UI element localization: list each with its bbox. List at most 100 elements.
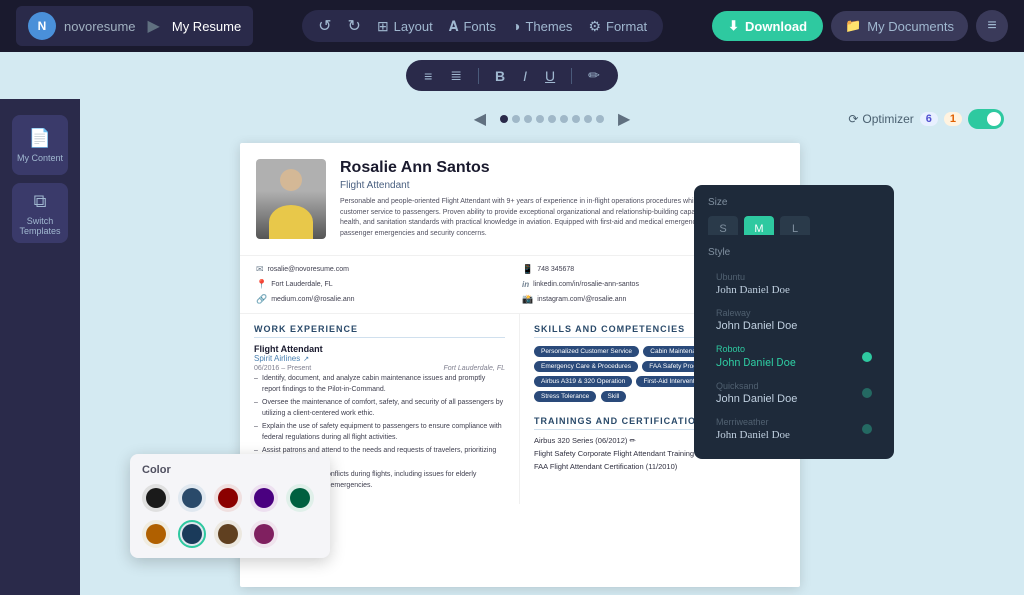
page-dot-4[interactable] — [536, 115, 544, 123]
nav-right: ⬇ Download 📁 My Documents ≡ — [712, 10, 1008, 42]
instagram-icon: 📸 — [522, 294, 533, 305]
font-dot-quicksand — [862, 388, 872, 398]
sidebar-item-switch-templates[interactable]: ⧉ Switch Templates — [12, 183, 68, 243]
skill-tag-9: Skill — [601, 391, 627, 402]
nav-toolbar: ↺ ↻ ⊞ Layout 𝐀 Fonts ◑ Themes ⚙ Format — [302, 10, 663, 42]
resume-photo — [256, 159, 326, 239]
cert-item-3: FAA Flight Attendant Certification (11/2… — [534, 462, 786, 471]
location-icon: 📍 — [256, 279, 267, 290]
font-option-merriweather[interactable]: Merriweather John Daniel Doe — [708, 411, 880, 447]
color-popup: Color — [130, 454, 330, 558]
page-dot-1[interactable] — [500, 115, 508, 123]
page-dot-3[interactable] — [524, 115, 532, 123]
brand-name: novoresume — [64, 19, 136, 34]
color-swatch-4[interactable] — [250, 484, 278, 512]
optimizer-badge-orange[interactable]: 1 — [944, 112, 962, 126]
photo-background — [256, 159, 326, 239]
job-company: Spirit Airlines ↗ — [254, 354, 505, 363]
color-swatch-5[interactable] — [286, 484, 314, 512]
page-dot-6[interactable] — [560, 115, 568, 123]
page-dot-5[interactable] — [548, 115, 556, 123]
page-navigator: ◀ ▶ ⟳ Optimizer 6 1 — [80, 99, 1024, 135]
my-content-icon: 📄 — [29, 128, 51, 149]
switch-templates-icon: ⧉ — [34, 191, 47, 212]
color-swatch-9[interactable] — [250, 520, 278, 548]
undo-button[interactable]: ↺ — [318, 16, 331, 36]
italic-button[interactable]: I — [519, 66, 531, 86]
optimizer-toggle[interactable] — [968, 109, 1004, 129]
docs-icon: 📁 — [845, 18, 861, 34]
color-swatch-6[interactable] — [142, 520, 170, 548]
font-option-roboto[interactable]: Roboto John Daniel Doe — [708, 338, 880, 375]
sidebar-item-my-content[interactable]: 📄 My Content — [12, 115, 68, 175]
external-link-icon: ↗ — [303, 355, 309, 363]
nav-item-themes[interactable]: ◑ Themes — [512, 18, 572, 34]
nav-item-format[interactable]: ⚙ Format — [588, 18, 647, 35]
email-icon: ✉ — [256, 264, 264, 275]
hamburger-menu-button[interactable]: ≡ — [976, 10, 1008, 42]
color-swatch-7[interactable] — [178, 520, 206, 548]
page-dot-8[interactable] — [584, 115, 592, 123]
themes-icon: ◑ — [512, 18, 520, 34]
next-page-button[interactable]: ▶ — [612, 107, 636, 131]
style-popup: Style Ubuntu John Daniel Doe Raleway Joh… — [694, 235, 894, 459]
optimizer-label: ⟳ Optimizer — [848, 112, 913, 126]
fonts-icon: 𝐀 — [449, 18, 459, 35]
skill-tag-5: Airbus A319 & 320 Operation — [534, 376, 632, 387]
color-swatch-1[interactable] — [142, 484, 170, 512]
page-dot-7[interactable] — [572, 115, 580, 123]
align-center-button[interactable]: ≣ — [446, 65, 466, 86]
job-bullet-2: Oversee the maintenance of comfort, safe… — [254, 398, 505, 419]
style-popup-title: Style — [708, 247, 880, 258]
optimizer-icon: ⟳ — [848, 112, 858, 126]
font-option-ubuntu[interactable]: Ubuntu John Daniel Doe — [708, 266, 880, 302]
layout-icon: ⊞ — [377, 18, 389, 35]
edit-button[interactable]: ✏ — [584, 65, 604, 86]
page-dot-2[interactable] — [512, 115, 520, 123]
selected-font-indicator — [862, 352, 872, 362]
medium-icon: 🔗 — [256, 294, 267, 305]
toolbar-separator-2 — [571, 68, 572, 84]
font-option-raleway[interactable]: Raleway John Daniel Doe — [708, 302, 880, 338]
job-title: Flight Attendant — [254, 344, 505, 354]
optimizer-badge-blue[interactable]: 6 — [920, 112, 938, 126]
optimizer-area: ⟳ Optimizer 6 1 — [848, 109, 1004, 129]
color-swatch-2[interactable] — [178, 484, 206, 512]
toolbar-separator — [478, 68, 479, 84]
download-button[interactable]: ⬇ Download — [712, 11, 823, 41]
underline-button[interactable]: U — [541, 66, 559, 86]
color-swatch-3[interactable] — [214, 484, 242, 512]
resume-name: Rosalie Ann Santos — [340, 159, 784, 177]
linkedin-icon: in — [522, 280, 529, 289]
nav-item-fonts[interactable]: 𝐀 Fonts — [449, 18, 496, 35]
breadcrumb-separator: ▶ — [148, 16, 160, 36]
nav-item-layout[interactable]: ⊞ Layout — [377, 18, 433, 35]
format-toolbar: ≡ ≣ B I U ✏ — [406, 60, 618, 91]
page-dot-9[interactable] — [596, 115, 604, 123]
contact-medium: 🔗 medium.com/@rosalie.ann — [256, 294, 518, 305]
skill-tag-8: Stress Tolerance — [534, 391, 596, 402]
skill-tag-1: Personalized Customer Service — [534, 346, 639, 357]
size-popup-title: Size — [708, 197, 880, 208]
redo-button[interactable]: ↻ — [348, 16, 361, 36]
font-option-quicksand[interactable]: Quicksand John Daniel Doe — [708, 375, 880, 411]
current-document-name: My Resume — [172, 19, 241, 34]
download-icon: ⬇ — [728, 18, 739, 34]
align-left-button[interactable]: ≡ — [420, 66, 436, 86]
skill-tag-3: Emergency Care & Procedures — [534, 361, 638, 372]
logo-area[interactable]: N novoresume ▶ My Resume — [16, 6, 253, 46]
color-swatches — [142, 484, 318, 548]
format-bar: ≡ ≣ B I U ✏ — [0, 52, 1024, 99]
format-icon: ⚙ — [588, 18, 601, 35]
prev-page-button[interactable]: ◀ — [468, 107, 492, 131]
job-dates: 06/2016 – Present Fort Lauderdale, FL — [254, 365, 505, 372]
work-experience-title: WORK EXPERIENCE — [254, 324, 505, 338]
brand-logo: N — [28, 12, 56, 40]
bold-button[interactable]: B — [491, 66, 509, 86]
font-options-list: Ubuntu John Daniel Doe Raleway John Dani… — [708, 266, 880, 447]
my-documents-button[interactable]: 📁 My Documents — [831, 11, 968, 41]
contact-email: ✉ rosalie@novoresume.com — [256, 264, 518, 275]
top-navigation: N novoresume ▶ My Resume ↺ ↻ ⊞ Layout 𝐀 … — [0, 0, 1024, 52]
page-dots — [500, 115, 604, 123]
color-swatch-8[interactable] — [214, 520, 242, 548]
